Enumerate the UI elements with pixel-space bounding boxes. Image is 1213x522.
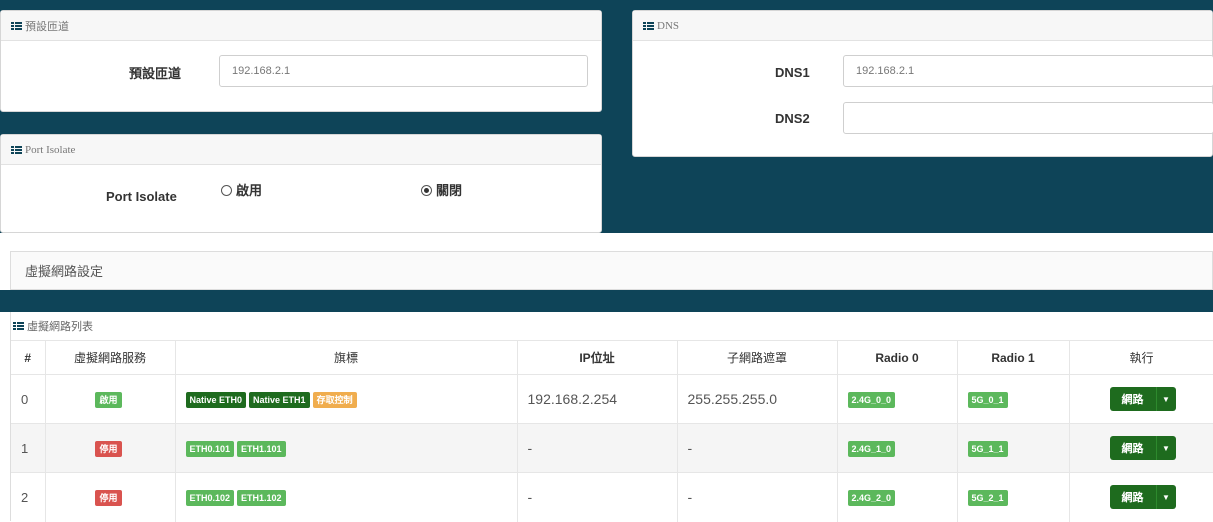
mask-cell: - (677, 472, 838, 522)
vnet-list-panel: 虛擬網路列表 # 虛擬網路服務 旗標 IP位址 子網路遮罩 Radio 0 Ra… (10, 312, 1213, 522)
table-row: 0 啟用 Native ETH0 Native ETH1 存取控制 192.168.2.2… (11, 374, 1213, 424)
mid-band (0, 290, 1213, 312)
service-cell: 啟用 (45, 374, 176, 424)
network-action-button[interactable]: 網路 ▼ (1109, 387, 1176, 411)
flag-badge: ETH1.101 (237, 440, 286, 457)
flag-badge: Native ETH0 (185, 391, 247, 408)
row-index: 0 (11, 374, 46, 424)
flags-cell: ETH0.102 ETH1.102 (175, 472, 518, 522)
list-icon (643, 21, 654, 30)
flags-cell: Native ETH0 Native ETH1 存取控制 (175, 374, 518, 424)
flag-badge: ETH0.101 (185, 440, 235, 457)
dns2-input[interactable] (843, 102, 1213, 134)
gateway-panel-header: 預設匝道 (1, 11, 601, 41)
radio1-cell: 5G_0_1 (957, 374, 1070, 424)
port-isolate-panel: Port Isolate Port Isolate 啟用 關閉 (0, 134, 602, 233)
port-isolate-panel-title: Port Isolate (25, 143, 76, 156)
dns1-label: DNS1 (775, 65, 810, 80)
table-header-row: # 虛擬網路服務 旗標 IP位址 子網路遮罩 Radio 0 Radio 1 執… (11, 340, 1213, 375)
row-index: 1 (11, 423, 46, 473)
list-icon (13, 322, 24, 330)
radio0-cell: 2.4G_1_0 (837, 423, 958, 473)
table-row: 1 停用 ETH0.101 ETH1.101- -2.4G_1_0 5G_1_1 網路 ▼ (11, 423, 1213, 473)
chevron-down-icon[interactable]: ▼ (1155, 436, 1176, 460)
service-cell: 停用 (45, 423, 176, 473)
flag-badge: ETH1.102 (237, 489, 286, 506)
radio1-link[interactable]: 5G_1_1 (967, 440, 1008, 457)
network-action-label: 網路 (1121, 443, 1144, 455)
dns-panel-title: DNS (657, 19, 680, 32)
vnet-list-title: 虛擬網路列表 (27, 321, 93, 333)
radio-enable[interactable]: 啟用 (221, 180, 262, 200)
col-radio1: Radio 1 (957, 340, 1070, 375)
row-index: 2 (11, 472, 46, 522)
radio-disable-circle[interactable] (421, 185, 432, 196)
dns-panel-header: DNS (633, 11, 1212, 41)
mask-cell: 255.255.255.0 (677, 374, 838, 424)
radio-enable-label: 啟用 (236, 183, 263, 198)
action-cell: 網路 ▼ (1069, 472, 1213, 522)
vnet-table: # 虛擬網路服務 旗標 IP位址 子網路遮罩 Radio 0 Radio 1 執… (11, 340, 1213, 522)
radio1-cell: 5G_1_1 (957, 423, 1070, 473)
flags-cell: ETH0.101 ETH1.101 (175, 423, 518, 473)
dns2-label: DNS2 (775, 111, 810, 126)
gateway-panel-title: 預設匝道 (25, 20, 69, 33)
col-mask: 子網路遮罩 (677, 340, 838, 375)
dns-panel: DNS DNS1 192.168.2.1 DNS2 (632, 10, 1213, 157)
flag-badge: Native ETH1 (249, 391, 310, 408)
col-ip: IP位址 (517, 340, 678, 375)
col-service: 虛擬網路服務 (45, 340, 176, 375)
table-row: 2 停用 ETH0.102 ETH1.102- -2.4G_2_0 5G_2_1 網路 ▼ (11, 472, 1213, 522)
service-status-badge: 停用 (95, 489, 122, 506)
dns1-input[interactable]: 192.168.2.1 (843, 55, 1213, 87)
col-index: # (11, 340, 46, 375)
flag-badge: ETH0.102 (185, 489, 235, 506)
flag-badge: 存取控制 (312, 391, 357, 408)
service-status-badge: 停用 (95, 440, 122, 457)
dns1-value: 192.168.2.1 (856, 65, 915, 77)
network-action-button[interactable]: 網路 ▼ (1109, 485, 1176, 510)
radio-disable-label: 關閉 (436, 183, 463, 198)
col-radio0: Radio 0 (837, 340, 958, 375)
action-cell: 網路 ▼ (1069, 374, 1213, 424)
gateway-label: 預設匝道 (129, 66, 182, 81)
network-action-label: 網路 (1121, 492, 1144, 505)
vnet-list-header: 虛擬網路列表 (11, 312, 1213, 340)
gateway-input[interactable]: 192.168.2.1 (219, 55, 588, 87)
radio1-link[interactable]: 5G_2_1 (967, 489, 1008, 506)
action-cell: 網路 ▼ (1069, 423, 1213, 473)
ip-cell: 192.168.2.254 (517, 374, 678, 424)
gateway-value: 192.168.2.1 (232, 65, 291, 77)
service-status-badge: 啟用 (95, 391, 122, 408)
service-cell: 停用 (45, 472, 176, 522)
white-gap (0, 233, 1213, 251)
chevron-down-icon[interactable]: ▼ (1155, 387, 1176, 411)
radio-enable-circle[interactable] (221, 185, 232, 196)
network-action-button[interactable]: 網路 ▼ (1109, 436, 1176, 460)
radio0-link[interactable]: 2.4G_1_0 (847, 440, 896, 457)
radio1-link[interactable]: 5G_0_1 (967, 391, 1008, 408)
col-action: 執行 (1069, 340, 1213, 375)
vnet-settings-header: 虛擬網路設定 (10, 251, 1213, 290)
radio0-link[interactable]: 2.4G_0_0 (847, 391, 896, 408)
radio0-cell: 2.4G_0_0 (837, 374, 958, 424)
port-isolate-panel-header: Port Isolate (1, 135, 601, 165)
port-isolate-label: Port Isolate (106, 189, 177, 204)
chevron-down-icon[interactable]: ▼ (1155, 485, 1176, 510)
radio0-cell: 2.4G_2_0 (837, 472, 958, 522)
list-icon (11, 21, 22, 30)
network-action-label: 網路 (1121, 394, 1144, 406)
col-flags: 旗標 (175, 340, 518, 375)
list-icon (11, 145, 22, 154)
radio-disable[interactable]: 關閉 (421, 180, 462, 200)
vnet-settings-title: 虛擬網路設定 (25, 264, 104, 279)
gateway-panel: 預設匝道 預設匝道 192.168.2.1 (0, 10, 602, 112)
mask-cell: - (677, 423, 838, 473)
radio0-link[interactable]: 2.4G_2_0 (847, 489, 896, 506)
ip-cell: - (517, 472, 678, 522)
radio1-cell: 5G_2_1 (957, 472, 1070, 522)
ip-cell: - (517, 423, 678, 473)
